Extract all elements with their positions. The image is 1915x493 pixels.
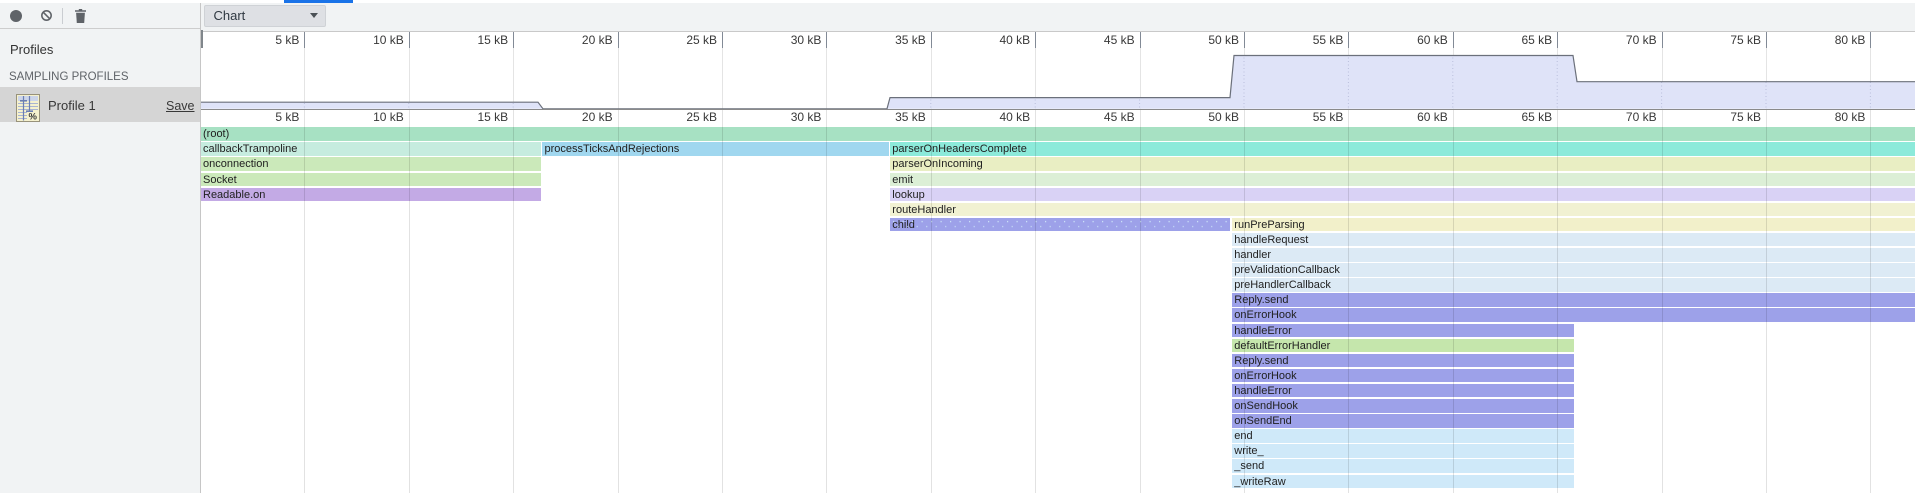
svg-text:%: % <box>29 112 38 123</box>
